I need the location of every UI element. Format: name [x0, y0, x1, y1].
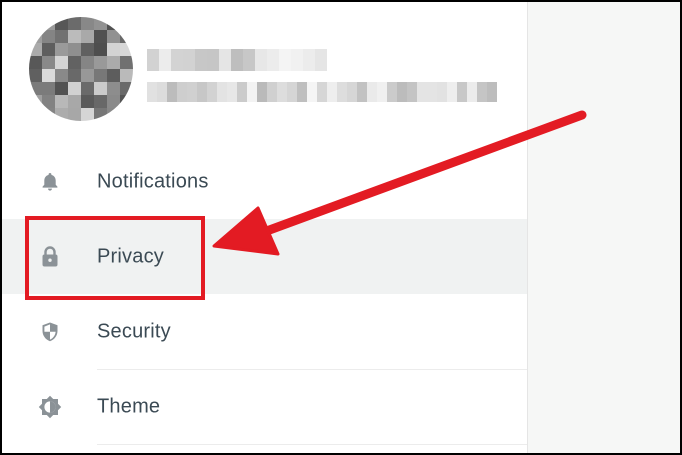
profile-header[interactable]	[2, 2, 527, 142]
theme-icon	[37, 394, 63, 420]
shield-icon	[37, 319, 63, 345]
menu-item-label: Notifications	[97, 170, 209, 192]
menu-item-privacy[interactable]: Privacy	[2, 219, 527, 294]
menu-item-notifications[interactable]: Notifications	[2, 144, 527, 219]
content-pane	[527, 2, 680, 453]
lock-icon	[37, 244, 63, 270]
screenshot-frame: Notifications Privacy Security Theme	[0, 0, 682, 455]
bell-icon	[37, 169, 63, 195]
profile-status-redacted	[147, 82, 497, 102]
menu-divider	[97, 444, 527, 445]
menu-item-label: Privacy	[97, 245, 164, 267]
menu-item-label: Theme	[97, 395, 161, 417]
settings-panel: Notifications Privacy Security Theme	[2, 2, 527, 453]
menu-item-security[interactable]: Security	[2, 294, 527, 369]
menu-item-theme[interactable]: Theme	[2, 369, 527, 444]
profile-name-redacted	[147, 49, 327, 71]
avatar[interactable]	[29, 17, 133, 121]
menu-item-label: Security	[97, 320, 171, 342]
